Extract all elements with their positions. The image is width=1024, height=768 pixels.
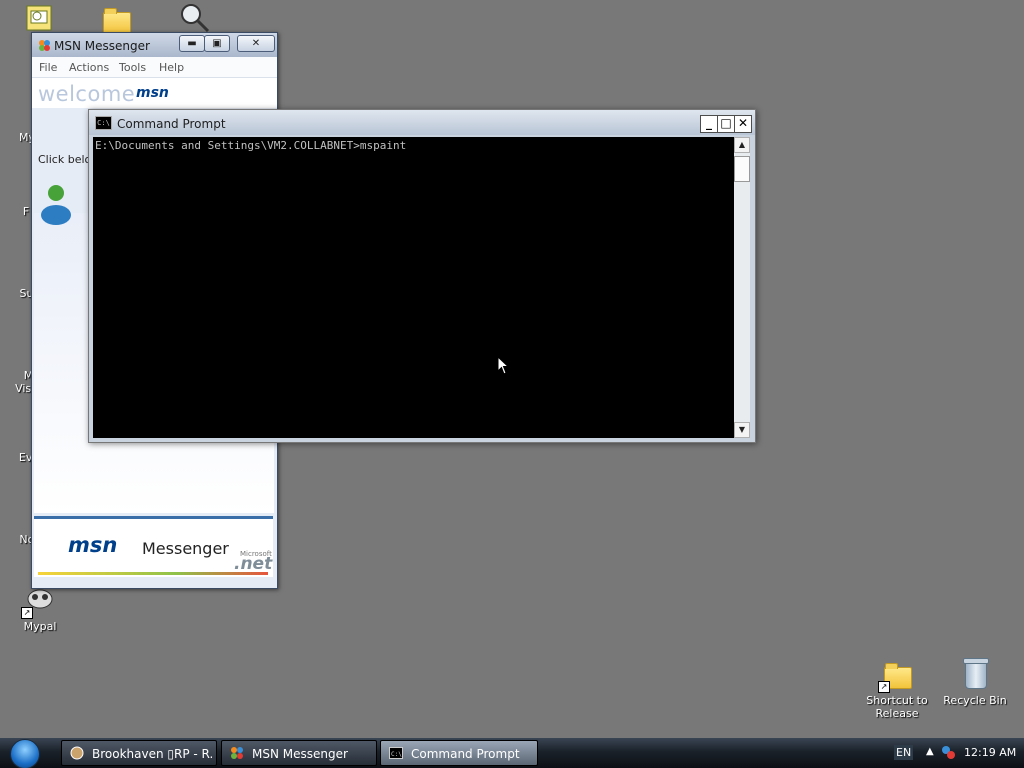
close-button[interactable]: ✕ bbox=[237, 35, 275, 52]
cmd-title: Command Prompt bbox=[117, 117, 226, 131]
shortcut-arrow-icon: ↗ bbox=[878, 681, 890, 693]
msn-titlebar[interactable]: MSN Messenger ▬ ▣ ✕ bbox=[32, 33, 277, 57]
search-icon bbox=[178, 2, 210, 34]
footer-messenger-text: Messenger bbox=[142, 539, 229, 558]
footer-color-bar bbox=[38, 572, 268, 575]
desktop-icon-mypal[interactable]: ↗ Mypal bbox=[0, 585, 80, 633]
network-icon[interactable] bbox=[940, 744, 956, 760]
welcome-banner: welcome msn bbox=[32, 78, 277, 108]
cmd-icon: C:\ bbox=[389, 747, 403, 759]
msn-title: MSN Messenger bbox=[54, 39, 150, 53]
user-avatar-icon[interactable] bbox=[38, 183, 74, 225]
minimize-button[interactable]: _ bbox=[700, 115, 718, 133]
cmd-titlebar[interactable]: C:\ Command Prompt _ □ ✕ bbox=[89, 110, 755, 135]
menu-tools[interactable]: Tools bbox=[119, 61, 146, 74]
desktop-icon-shortcut-release[interactable]: ↗ Shortcut to Release bbox=[857, 659, 937, 720]
desktop-icon-label: Mypal bbox=[23, 620, 57, 633]
close-button[interactable]: ✕ bbox=[734, 115, 752, 133]
start-button[interactable] bbox=[8, 738, 42, 768]
msn-icon bbox=[231, 747, 243, 759]
game-icon bbox=[70, 746, 84, 760]
menu-help[interactable]: Help bbox=[159, 61, 184, 74]
recycle-bin-icon bbox=[959, 658, 991, 691]
cmd-icon: C:\ bbox=[95, 116, 112, 130]
msn-menubar: File Actions Tools Help bbox=[32, 57, 277, 78]
footer-net-logo: .net bbox=[234, 554, 273, 574]
restore-button[interactable]: ▣ bbox=[204, 35, 230, 52]
taskbar-button-command-prompt[interactable]: C:\ Command Prompt bbox=[380, 740, 538, 766]
scroll-up-button[interactable]: ▲ bbox=[734, 137, 750, 153]
desktop-icon-label: Shortcut to Release bbox=[866, 694, 928, 720]
system-tray: EN ▲ 12:19 AM bbox=[884, 738, 1024, 768]
maximize-button[interactable]: □ bbox=[717, 115, 735, 133]
taskbar-button-label: Brookhaven ▯RP - R... bbox=[92, 747, 212, 761]
console-area[interactable]: E:\Documents and Settings\VM2.COLLABNET>… bbox=[93, 137, 734, 438]
vertical-scrollbar[interactable]: ▲ ▼ bbox=[734, 137, 750, 438]
mypal-icon: ↗ bbox=[21, 585, 56, 619]
svg-text:C:\: C:\ bbox=[391, 751, 402, 758]
desktop-icon-recycle-bin[interactable]: Recycle Bin bbox=[935, 658, 1015, 707]
minimize-button[interactable]: ▬ bbox=[179, 35, 205, 52]
menu-actions[interactable]: Actions bbox=[69, 61, 109, 74]
footer-msn-logo: msn bbox=[68, 533, 118, 557]
desktop: MiOr My F Sup MiVisua Eve Not ↗ My bbox=[0, 0, 1024, 738]
mouse-cursor-icon bbox=[497, 356, 510, 375]
taskbar: Brookhaven ▯RP - R... MSN Messenger C:\ … bbox=[0, 738, 1024, 768]
msn-butterfly-icon bbox=[39, 40, 50, 51]
menu-file[interactable]: File bbox=[39, 61, 57, 74]
command-prompt-window[interactable]: C:\ Command Prompt _ □ ✕ E:\Documents an… bbox=[88, 109, 756, 443]
scroll-thumb[interactable] bbox=[734, 156, 750, 182]
language-indicator[interactable]: EN bbox=[894, 745, 914, 760]
msn-footer: msn Messenger Microsoft .net bbox=[34, 516, 273, 577]
welcome-brand: msn bbox=[136, 85, 169, 101]
clock[interactable]: 12:19 AM bbox=[964, 746, 1016, 759]
taskbar-button-msn[interactable]: MSN Messenger bbox=[221, 740, 377, 766]
windows-logo-icon bbox=[10, 739, 40, 768]
welcome-text: welcome bbox=[38, 82, 136, 106]
console-line: E:\Documents and Settings\VM2.COLLABNET>… bbox=[95, 139, 407, 152]
show-hidden-icons-button[interactable]: ▲ bbox=[926, 746, 934, 757]
desktop-icon-label: Recycle Bin bbox=[943, 694, 1007, 707]
shortcut-arrow-icon: ↗ bbox=[21, 607, 33, 619]
folder-shortcut-icon: ↗ bbox=[878, 659, 913, 693]
taskbar-button-label: MSN Messenger bbox=[252, 747, 348, 761]
taskbar-button-label: Command Prompt bbox=[411, 747, 520, 761]
taskbar-button-brookhaven[interactable]: Brookhaven ▯RP - R... bbox=[61, 740, 217, 766]
scroll-down-button[interactable]: ▼ bbox=[734, 422, 750, 438]
